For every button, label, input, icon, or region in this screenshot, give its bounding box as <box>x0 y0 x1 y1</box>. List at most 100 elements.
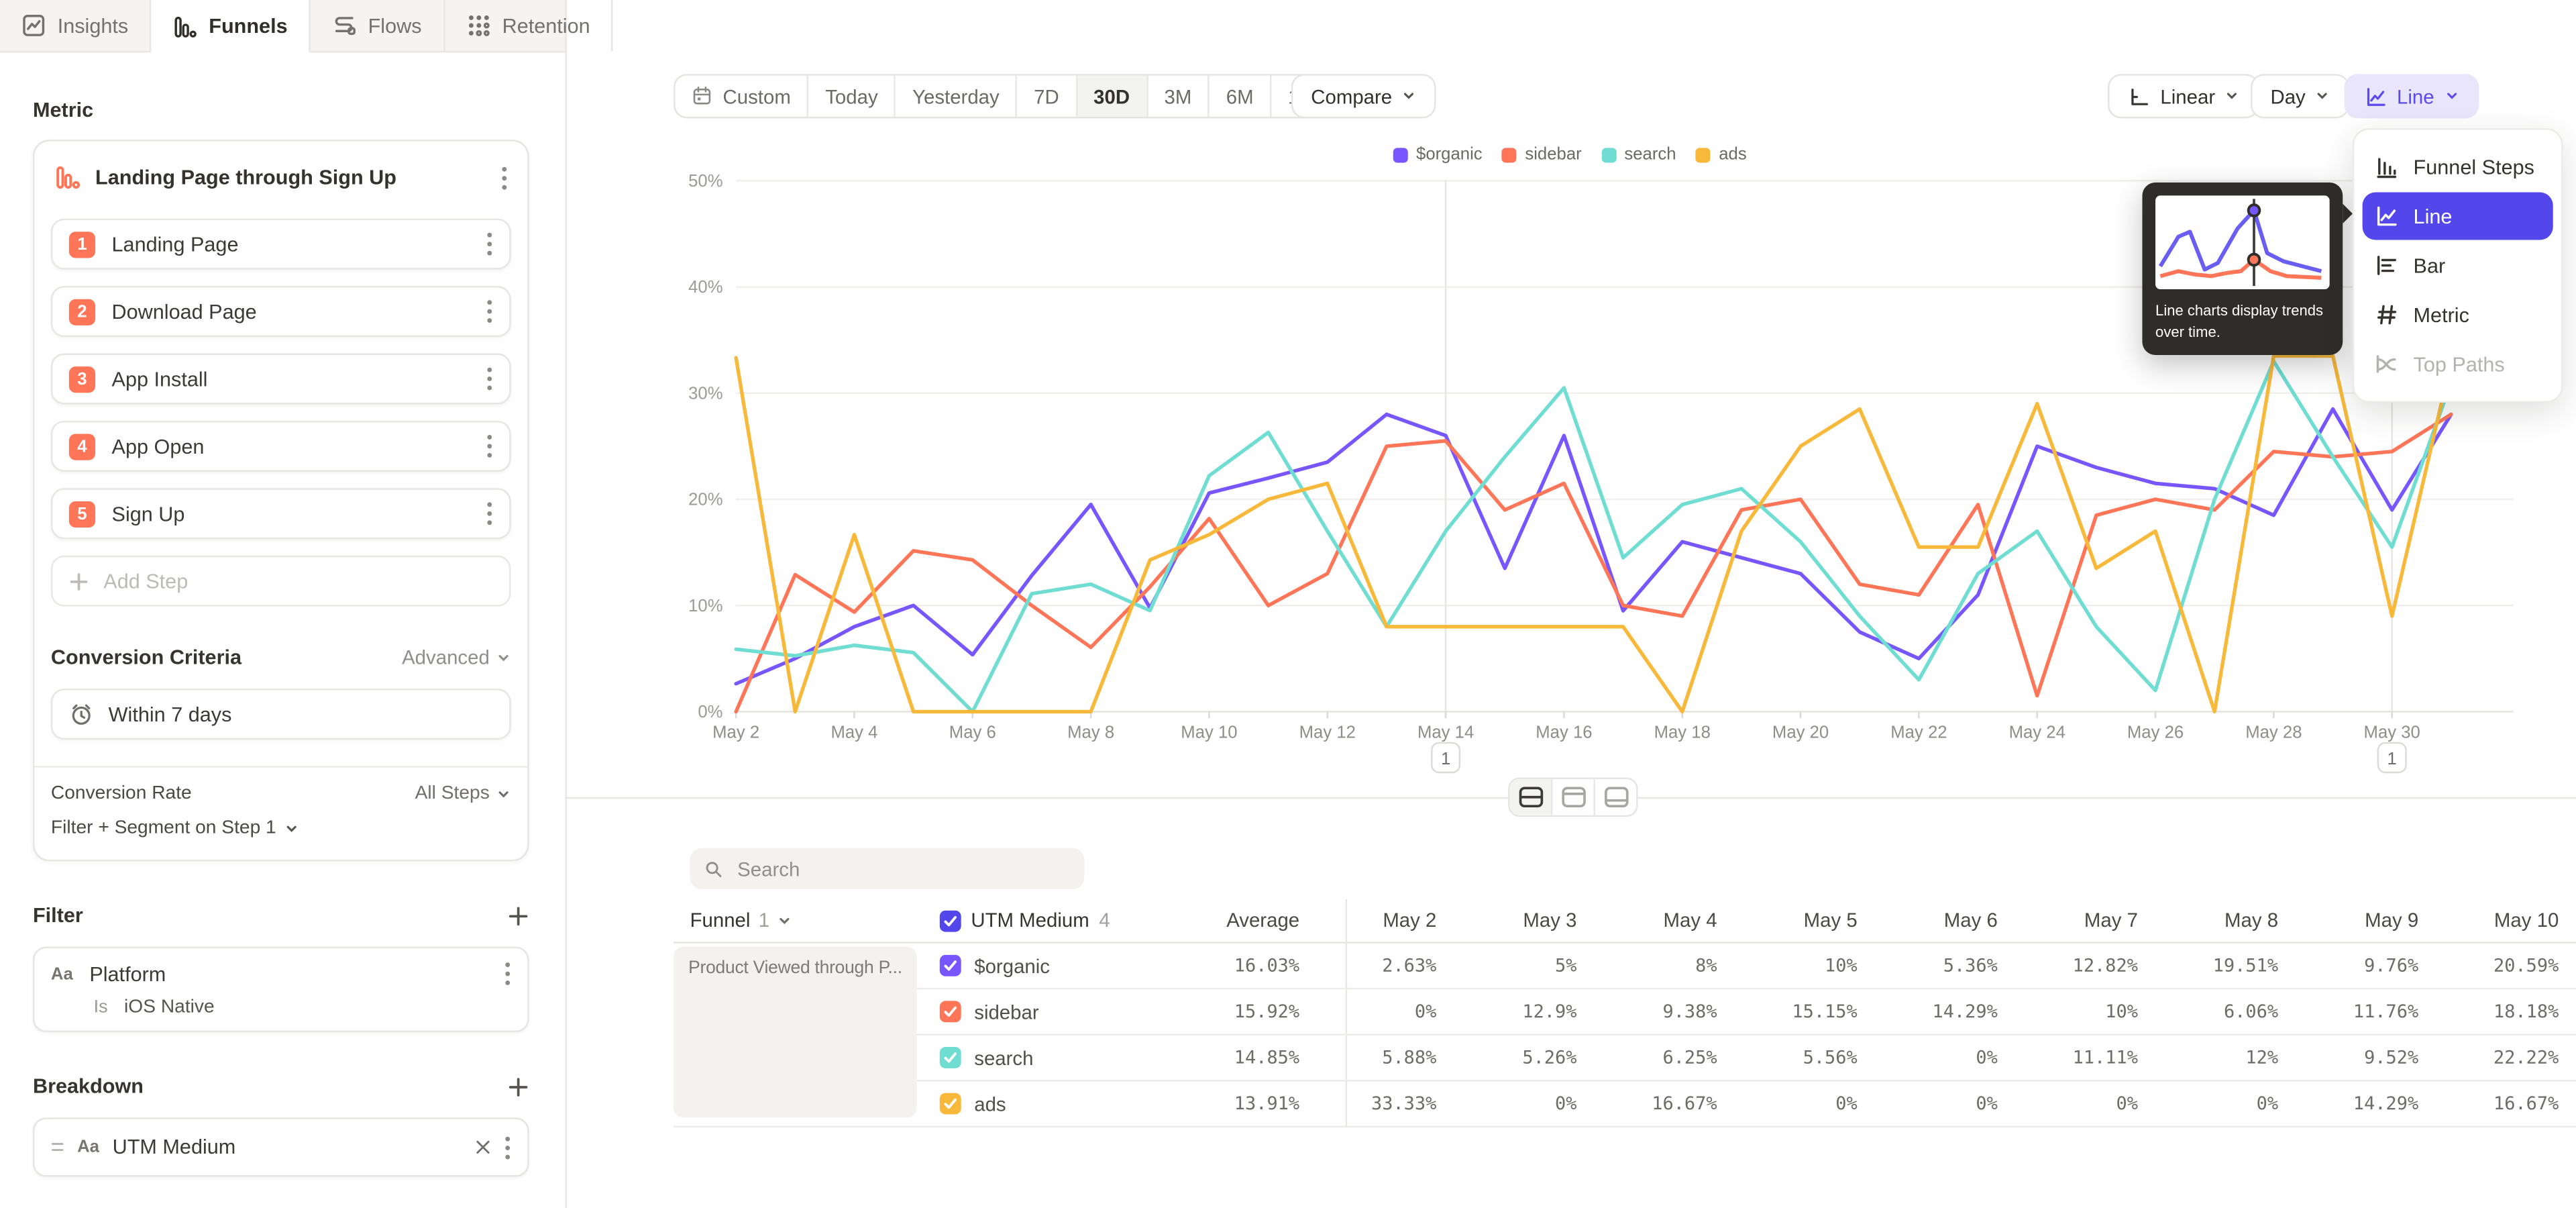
series-line-ads[interactable] <box>736 356 2451 711</box>
range-3m[interactable]: 3M <box>1148 76 1210 117</box>
y-axis-label: 40% <box>688 278 722 297</box>
breakdown-property-name: UTM Medium <box>113 1136 462 1158</box>
drag-handle-icon[interactable] <box>51 1139 64 1155</box>
chart-type-button[interactable]: Line <box>2345 74 2479 118</box>
step-kebab-icon[interactable] <box>486 366 493 391</box>
date-column-header: May 4 <box>1580 909 1720 932</box>
series-checkbox[interactable] <box>940 955 961 976</box>
series-checkbox[interactable] <box>940 1093 961 1115</box>
average-value-cell: 16.03% <box>1116 955 1346 976</box>
step-number-badge: 4 <box>69 433 95 459</box>
funnel-steps-list: 1Landing Page 2Download Page 3App Install 4… <box>51 219 511 540</box>
tab-flows[interactable]: Flows <box>311 0 445 51</box>
x-axis-label: May 12 <box>1299 723 1356 742</box>
funnel-step-sign-up[interactable]: 5Sign Up <box>51 488 511 539</box>
granularity-button[interactable]: Day <box>2251 74 2350 118</box>
series-name-label: ads <box>974 1092 1006 1115</box>
remove-breakdown-icon[interactable] <box>475 1139 491 1155</box>
date-column-header: May 2 <box>1346 899 1440 942</box>
breakdown-column-label: UTM Medium <box>971 909 1089 932</box>
conversion-window-button[interactable]: Within 7 days <box>51 689 511 740</box>
add-step-button[interactable]: Add Step <box>51 556 511 607</box>
y-axis-label: 0% <box>698 703 722 721</box>
step-kebab-icon[interactable] <box>486 501 493 526</box>
date-column-header: May 10 <box>2422 909 2562 932</box>
add-breakdown-button[interactable] <box>508 1076 529 1097</box>
advanced-toggle[interactable]: Advanced <box>402 646 511 668</box>
filter-segment-toggle[interactable]: Filter + Segment on Step 1 <box>51 819 511 838</box>
series-line-search[interactable] <box>736 361 2451 711</box>
funnel-name-cell[interactable]: Product Viewed through P... <box>674 947 916 1118</box>
search-input[interactable] <box>734 856 1069 882</box>
menu-item-top-paths: Top Paths <box>2363 340 2553 388</box>
value-cell: 15.15% <box>1721 1001 1861 1022</box>
step-kebab-icon[interactable] <box>486 434 493 459</box>
tab-funnels[interactable]: Funnels <box>152 0 311 52</box>
funnel-step-landing-page[interactable]: 1Landing Page <box>51 219 511 270</box>
funnel-title: Landing Page through Sign Up <box>95 166 486 189</box>
series-checkbox[interactable] <box>940 1047 961 1068</box>
funnel-step-app-open[interactable]: 4 App Open <box>51 421 511 472</box>
table-row-ads[interactable]: ads13.91%33.33%0%16.67%0%0%0%0%14.29%16.… <box>674 1081 2576 1127</box>
all-steps-dropdown[interactable]: All Steps <box>415 784 511 803</box>
menu-item-bar[interactable]: Bar <box>2363 242 2553 289</box>
filter-kebab-icon[interactable] <box>504 962 511 987</box>
plus-icon <box>69 571 89 591</box>
range-7d[interactable]: 7D <box>1018 76 1077 117</box>
menu-item-funnel-steps[interactable]: Funnel Steps <box>2363 143 2553 191</box>
funnel-step-download-page[interactable]: 2Download Page <box>51 286 511 337</box>
series-checkbox[interactable] <box>940 1001 961 1022</box>
calendar-icon <box>692 85 713 107</box>
funnel-column-header[interactable]: Funnel1 <box>674 909 920 932</box>
funnel-metric-card: Landing Page through Sign Up 1Landing Pa… <box>33 140 529 861</box>
conversion-rate-row: Conversion Rate All Steps <box>51 784 511 803</box>
breakdown-section-header: Breakdown <box>33 1075 529 1098</box>
range-custom[interactable]: Custom <box>676 76 809 117</box>
table-row-organic[interactable]: $organic16.03%2.63%5%8%10%5.36%12.82%19.… <box>674 944 2576 990</box>
step-kebab-icon[interactable] <box>486 299 493 324</box>
breakdown-kebab-icon[interactable] <box>504 1135 511 1160</box>
funnel-step-app-install[interactable]: 3App Install <box>51 354 511 405</box>
range-30d[interactable]: 30D <box>1077 76 1148 117</box>
range-today[interactable]: Today <box>809 76 896 117</box>
table-search[interactable] <box>690 848 1085 889</box>
value-cell: 14.29% <box>2282 1093 2422 1115</box>
conversion-criteria-heading: Conversion Criteria <box>51 646 241 668</box>
funnel-kebab-icon[interactable] <box>501 165 508 190</box>
tab-label: Insights <box>58 14 129 37</box>
breakdown-card[interactable]: Aa UTM Medium <box>33 1117 529 1176</box>
menu-item-label: Top Paths <box>2414 352 2505 375</box>
y-axis-label: 50% <box>688 172 722 191</box>
chart-only-view-button[interactable] <box>1552 779 1595 815</box>
add-filter-button[interactable] <box>508 905 529 926</box>
breakdown-select-all-checkbox[interactable] <box>940 910 961 932</box>
funnel-metric-header: Landing Page through Sign Up <box>54 161 508 194</box>
filter-card[interactable]: Aa Platform Is iOS Native <box>33 947 529 1032</box>
split-view-button[interactable] <box>1510 779 1553 815</box>
value-cell: 11.76% <box>2282 1001 2422 1022</box>
line-chart-icon <box>2374 204 2399 229</box>
value-cell: 33.33% <box>1346 1081 1440 1125</box>
conversion-criteria-row: Conversion Criteria Advanced <box>51 646 511 668</box>
value-cell: 8% <box>1580 955 1720 976</box>
step-label: Download Page <box>112 300 470 323</box>
breakdown-column-header[interactable]: UTM Medium4 <box>920 909 1115 932</box>
step-kebab-icon[interactable] <box>486 232 493 256</box>
x-axis-label: May 18 <box>1654 723 1711 742</box>
table-row-sidebar[interactable]: sidebar15.92%0%12.9%9.38%15.15%14.29%10%… <box>674 989 2576 1036</box>
filter-property-name: Platform <box>89 962 488 985</box>
step-label: App Open <box>112 435 470 458</box>
series-name-cell: sidebar <box>920 1000 1115 1023</box>
menu-item-metric[interactable]: Metric <box>2363 291 2553 338</box>
scale-button[interactable]: Linear <box>2108 74 2259 118</box>
menu-item-line[interactable]: Line <box>2363 193 2553 240</box>
table-only-view-button[interactable] <box>1595 779 1636 815</box>
range-6m[interactable]: 6M <box>1210 76 1271 117</box>
compare-button[interactable]: Compare <box>1291 74 1436 118</box>
range-yesterday[interactable]: Yesterday <box>896 76 1018 117</box>
annotation-badge-label: 1 <box>2387 750 2397 768</box>
series-name-label: sidebar <box>974 1000 1038 1023</box>
tab-retention[interactable]: Retention <box>445 0 613 51</box>
tab-insights[interactable]: Insights <box>0 0 152 51</box>
table-row-search[interactable]: search14.85%5.88%5.26%6.25%5.56%0%11.11%… <box>674 1036 2576 1082</box>
